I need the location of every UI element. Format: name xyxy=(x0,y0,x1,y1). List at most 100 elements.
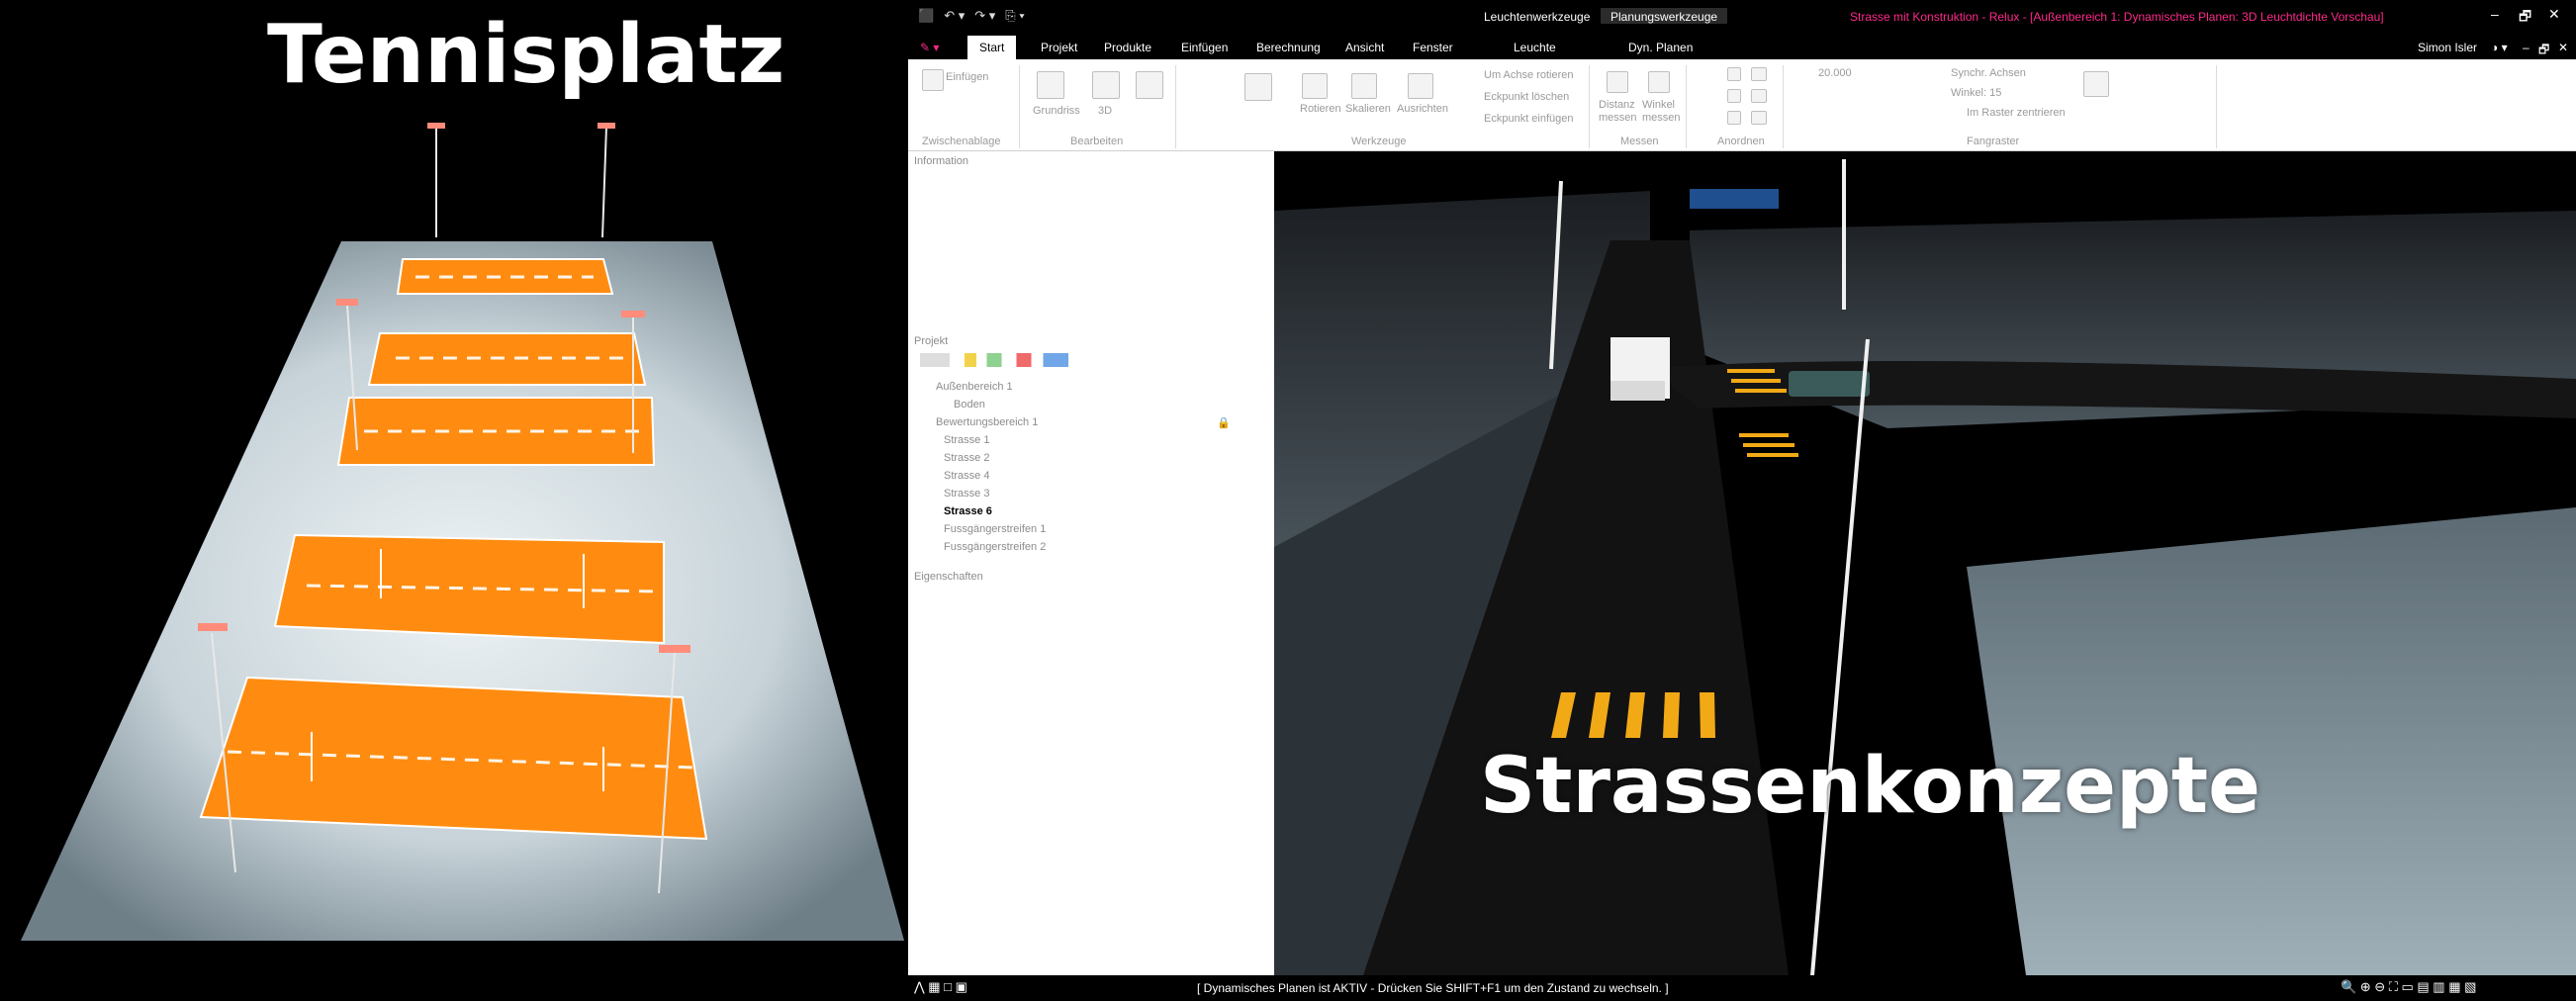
floorplan-icon[interactable] xyxy=(1037,71,1064,99)
tree-item-aussenbereich[interactable]: Außenbereich 1 xyxy=(936,381,1013,393)
project-label: Projekt xyxy=(914,335,949,347)
context-tab-luminaire-tools[interactable]: Leuchtenwerkzeuge xyxy=(1484,10,1590,24)
measure-distance-button[interactable]: Distanz messen xyxy=(1599,99,1638,125)
car xyxy=(1789,371,1870,397)
tab-produkte[interactable]: Produkte xyxy=(1104,41,1151,54)
tab-fenster[interactable]: Fenster xyxy=(1413,41,1453,54)
tree-item-strasse-4[interactable]: Strasse 4 xyxy=(944,470,989,482)
quick-access-toolbar: ⬛ ↶ ▾ ↷ ▾ ⎘ ▾ xyxy=(918,8,1025,24)
rotate-icon[interactable] xyxy=(1302,73,1328,99)
paste-icon[interactable] xyxy=(922,69,944,91)
tab-berechnung[interactable]: Berechnung xyxy=(1256,41,1321,54)
doc-restore-icon[interactable]: 🗗 xyxy=(2538,41,2549,61)
bus xyxy=(1690,189,1779,209)
rotate-axis-button[interactable]: Um Achse rotieren xyxy=(1484,69,1573,81)
align-right-icon[interactable] xyxy=(1751,111,1767,125)
tree-item-fussgaengerstreifen-1[interactable]: Fussgängerstreifen 1 xyxy=(944,523,1046,535)
align-left-icon[interactable] xyxy=(1751,67,1767,81)
align-button[interactable]: Ausrichten xyxy=(1397,103,1448,115)
grid-value[interactable]: 20.000 xyxy=(1818,67,1852,79)
street-scene xyxy=(1274,151,2576,975)
tab-start[interactable]: Start xyxy=(967,36,1017,59)
edit-tools-icon[interactable] xyxy=(1136,71,1163,99)
doc-close-icon[interactable]: ✕ xyxy=(2558,41,2568,54)
properties-label: Eigenschaften xyxy=(914,571,983,583)
tab-dyn-planen[interactable]: Dyn. Planen xyxy=(1628,41,1693,54)
align-top-icon[interactable] xyxy=(1727,67,1741,81)
view-tools-icons[interactable]: 🔍 ⊕ ⊖ ⛶ ▭ ▤ ▥ ▦ ▧ xyxy=(2341,979,2476,995)
court-2 xyxy=(367,332,647,386)
user-name: Simon Isler xyxy=(2418,41,2478,54)
edit-group-label: Bearbeiten xyxy=(1070,136,1124,147)
court-1 xyxy=(396,258,614,295)
tree-item-strasse-1[interactable]: Strasse 1 xyxy=(944,434,989,446)
align-center-icon[interactable] xyxy=(1751,89,1767,103)
ribbon: Einfügen Zwischenablage Grundriss 3D Bea… xyxy=(908,59,2576,151)
app-menu-button[interactable]: ✎ ▾ xyxy=(920,41,939,54)
project-toolbar[interactable] xyxy=(920,353,1068,367)
undo-icon[interactable]: ↶ ▾ xyxy=(944,8,965,24)
grundriss-button[interactable]: Grundriss xyxy=(1033,105,1080,117)
tree-item-strasse-2[interactable]: Strasse 2 xyxy=(944,452,989,464)
redo-icon[interactable]: ↷ ▾ xyxy=(974,8,995,24)
tennisplatz-caption: Tennisplatz xyxy=(267,8,785,102)
tennis-scene xyxy=(21,123,904,941)
truck xyxy=(1610,337,1670,401)
status-message: [ Dynamisches Planen ist AKTIV - Drücken… xyxy=(1197,981,1669,995)
status-mode-icon[interactable]: ⋀ ▦ □ ▣ xyxy=(914,979,967,995)
snap-angle-value[interactable]: Winkel: 15 xyxy=(1951,87,2001,99)
restore-icon[interactable]: 🗗 xyxy=(2519,6,2531,30)
tab-projekt[interactable]: Projekt xyxy=(1041,41,1077,54)
3d-viewport[interactable]: Strassenkonzepte xyxy=(1274,151,2576,975)
delete-vertex-button[interactable]: Eckpunkt löschen xyxy=(1484,91,1569,103)
doc-minimize-icon[interactable]: – xyxy=(2523,41,2530,54)
measure-angle-button[interactable]: Winkel messen xyxy=(1642,99,1682,125)
measure-group-label: Messen xyxy=(1620,136,1659,147)
align-middle-icon[interactable] xyxy=(1727,89,1741,103)
align-icon[interactable] xyxy=(1408,73,1433,99)
court-4 xyxy=(273,533,665,645)
copy-icon[interactable]: ⎘ ▾ xyxy=(1005,8,1024,24)
rotate-button[interactable]: Rotieren xyxy=(1300,103,1341,115)
clipboard-group-label: Zwischenablage xyxy=(922,136,1001,147)
minimize-icon[interactable]: – xyxy=(2491,6,2499,22)
project-panel: Information Projekt Außenbereich 1 Boden… xyxy=(908,151,1273,975)
ribbon-tabs: ✎ ▾ Start Projekt Produkte Einfügen Bere… xyxy=(908,36,2576,59)
view-3d-button[interactable]: 3D xyxy=(1098,105,1112,117)
scale-button[interactable]: Skalieren xyxy=(1345,103,1391,115)
strassenkonzepte-caption: Strassenkonzepte xyxy=(1480,742,2261,831)
close-icon[interactable]: ✕ xyxy=(2548,6,2560,23)
arrange-group-label: Anordnen xyxy=(1717,136,1765,147)
synch-axes-checkbox[interactable]: Synchr. Achsen xyxy=(1951,67,2026,79)
snap-group-label: Fangraster xyxy=(1967,136,2020,147)
paste-button[interactable]: Einfügen xyxy=(946,71,988,83)
move-icon[interactable] xyxy=(1244,73,1272,101)
relux-window: ⬛ ↶ ▾ ↷ ▾ ⎘ ▾ Leuchtenwerkzeuge Planungs… xyxy=(908,0,2576,1001)
tools-group-label: Werkzeuge xyxy=(1351,136,1407,147)
cube-3d-icon[interactable] xyxy=(1092,71,1120,99)
title-bar: ⬛ ↶ ▾ ↷ ▾ ⎘ ▾ Leuchtenwerkzeuge Planungs… xyxy=(908,0,2576,36)
tree-item-strasse-3[interactable]: Strasse 3 xyxy=(944,488,989,500)
document-title: Strasse mit Konstruktion - Relux - [Auße… xyxy=(1850,10,2384,24)
tennis-render-panel: Tennisplatz xyxy=(0,0,906,1001)
scale-icon[interactable] xyxy=(1351,73,1377,99)
tab-ansicht[interactable]: Ansicht xyxy=(1345,41,1384,54)
context-tab-planning-tools[interactable]: Planungswerkzeuge xyxy=(1601,8,1728,24)
center-in-grid-button[interactable]: Im Raster zentrieren xyxy=(1967,107,2066,119)
tree-item-bewertungsbereich[interactable]: Bewertungsbereich 1 xyxy=(936,416,1038,428)
tree-item-boden[interactable]: Boden xyxy=(954,399,985,410)
lock-icon[interactable]: 🔒 xyxy=(1217,416,1231,429)
distance-icon[interactable] xyxy=(1607,71,1628,93)
status-bar: ⋀ ▦ □ ▣ [ Dynamisches Planen ist AKTIV -… xyxy=(908,975,2576,1001)
tree-item-fussgaengerstreifen-2[interactable]: Fussgängerstreifen 2 xyxy=(944,541,1046,553)
insert-vertex-button[interactable]: Eckpunkt einfügen xyxy=(1484,113,1574,125)
app-icon[interactable]: ⬛ xyxy=(918,8,934,24)
information-label: Information xyxy=(914,155,969,167)
tab-einfuegen[interactable]: Einfügen xyxy=(1181,41,1228,54)
theme-menu-icon[interactable]: ◑ ▾ xyxy=(2491,41,2508,54)
snap-settings-icon[interactable] xyxy=(2083,71,2109,97)
angle-icon[interactable] xyxy=(1648,71,1670,93)
align-bottom-icon[interactable] xyxy=(1727,111,1741,125)
tree-item-strasse-6[interactable]: Strasse 6 xyxy=(944,505,992,517)
tab-leuchte[interactable]: Leuchte xyxy=(1514,41,1556,54)
